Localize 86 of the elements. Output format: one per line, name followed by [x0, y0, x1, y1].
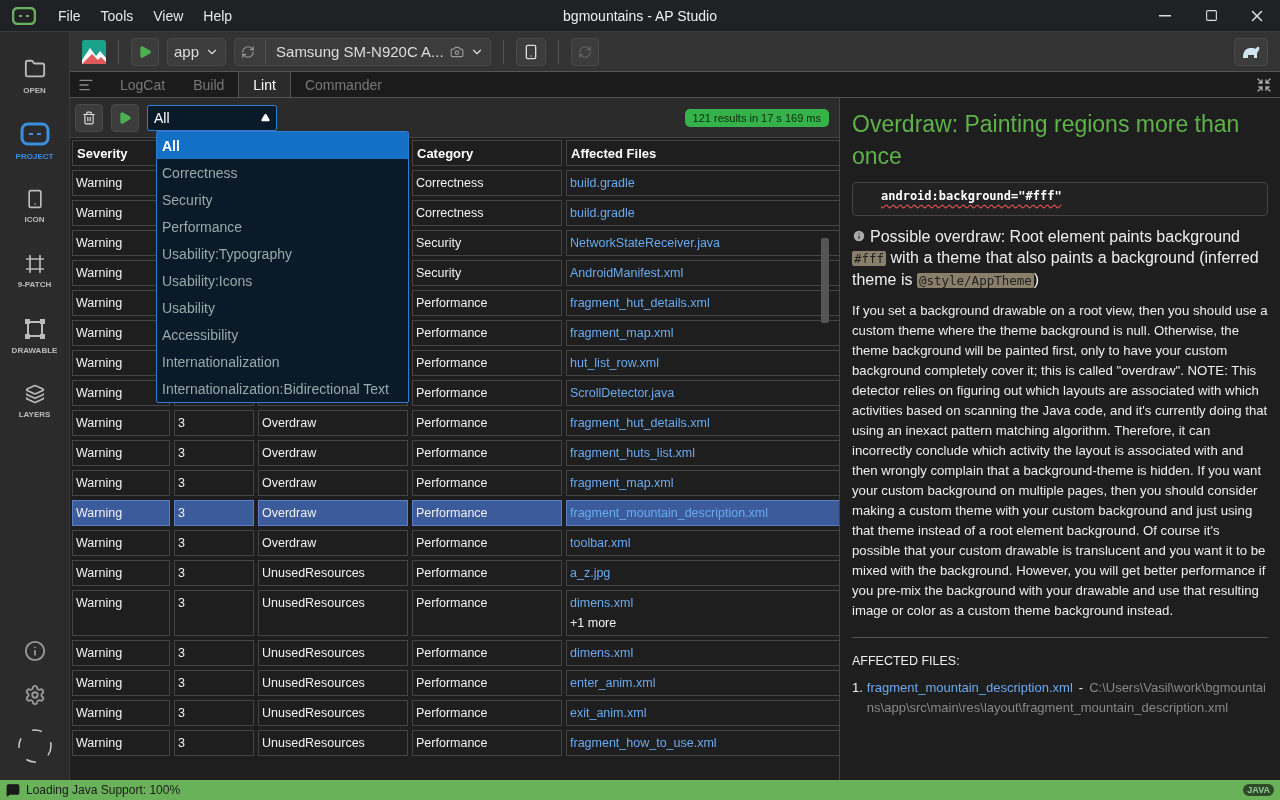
window-title: bgmountains - AP Studio	[563, 7, 717, 24]
sidebar-item[interactable]: PROJECT	[0, 109, 70, 174]
affected-file-text: fragment_mountain_description.xml - C:\Users\Vasil\work\bgmountains\app\src\main\res\layout\fragment_mountain_description.xml	[866, 679, 1267, 717]
table-cell[interactable]: UnusedResources	[258, 730, 408, 756]
table-cell[interactable]: Performance	[412, 410, 562, 436]
tab[interactable]: Build	[179, 72, 239, 97]
table-cell[interactable]: Warning	[72, 470, 170, 496]
language-badge: JAVA	[1243, 784, 1274, 796]
table-cell[interactable]: Overdraw	[258, 500, 408, 526]
table-cell[interactable]: 3	[174, 470, 254, 496]
table-cell[interactable]: Performance	[412, 670, 562, 696]
sidebar-item[interactable]: 9-PATCH	[0, 239, 70, 304]
table-cell[interactable]: 3	[174, 560, 254, 586]
table-cell[interactable]: Performance	[412, 730, 562, 756]
table-cell[interactable]: Warning	[72, 410, 170, 436]
table-cell[interactable]: 3	[174, 640, 254, 666]
table-cell[interactable]: Performance	[412, 470, 562, 496]
table-cell[interactable]: 3	[174, 670, 254, 696]
code-snippet: android:background="#fff"	[852, 182, 1268, 216]
list-number: 1.	[852, 679, 863, 697]
table-cell[interactable]: Performance	[412, 290, 562, 316]
table-cell[interactable]: Correctness	[412, 200, 562, 226]
table-cell[interactable]: Performance	[412, 640, 562, 666]
table-cell[interactable]: Overdraw	[258, 410, 408, 436]
column-header[interactable]: Affected Files	[566, 140, 839, 166]
table-cell[interactable]: Performance	[412, 500, 562, 526]
more-label: +1 more	[570, 615, 618, 631]
table-cell[interactable]: Performance	[412, 530, 562, 556]
table-cell[interactable]: Warning	[72, 670, 170, 696]
menu-item[interactable]: Help	[193, 7, 243, 24]
table-cell[interactable]: Warning	[72, 530, 170, 556]
table-cell[interactable]: Warning	[72, 560, 170, 586]
table-cell[interactable]: Warning	[72, 440, 170, 466]
issue-summary: Possible overdraw: Root element paints background #fff with a theme that also paints a background (inferred theme is @style/AppTheme)	[852, 227, 1260, 290]
table-cell[interactable]: Overdraw	[258, 470, 408, 496]
issue-title: Overdraw: Painting regions more than once	[852, 110, 1241, 171]
table-cell[interactable]: Performance	[412, 320, 562, 346]
table-cell[interactable]: 3	[174, 590, 254, 636]
menu-item[interactable]: Tools	[90, 7, 144, 24]
column-header[interactable]: Category	[412, 140, 562, 166]
table-cell[interactable]: Overdraw	[258, 530, 408, 556]
table-cell[interactable]: Correctness	[412, 170, 562, 196]
file-link[interactable]: fragment_mountain_description.xml	[866, 680, 1073, 695]
table-cell[interactable]: 3	[174, 410, 254, 436]
table-cell[interactable]: Performance	[412, 440, 562, 466]
table-cell[interactable]: Security	[412, 230, 562, 256]
table-cell[interactable]: Performance	[412, 350, 562, 376]
table-cell[interactable]: 3	[174, 700, 254, 726]
device-select[interactable]: Samsung SM-N920C A...	[234, 37, 491, 66]
table-cell[interactable]: Warning	[72, 500, 170, 526]
sidebar-item[interactable]: DRAWABLE	[0, 304, 70, 369]
table-cell[interactable]: 3	[174, 730, 254, 756]
menu-item[interactable]: View	[143, 7, 194, 24]
table-cell[interactable]: Warning	[72, 590, 170, 636]
table-cell[interactable]: 3	[174, 530, 254, 556]
table-cell[interactable]: UnusedResources	[258, 640, 408, 666]
table-cell[interactable]: Security	[412, 260, 562, 286]
section-heading: AFFECTED FILES:	[852, 654, 961, 668]
tab[interactable]: Lint	[238, 72, 291, 97]
table-cell[interactable]: Performance	[412, 590, 562, 636]
tab[interactable]: LogCat	[106, 72, 180, 97]
results-badge: 121 results in 17 s 169 ms	[684, 108, 829, 127]
tab[interactable]: Commander	[290, 72, 396, 97]
table-cell[interactable]: Performance	[412, 560, 562, 586]
table-cell[interactable]: 3	[174, 500, 254, 526]
sidebar-item[interactable]: LAYERS	[0, 369, 70, 434]
category-select[interactable]: All	[147, 104, 277, 131]
table-cell[interactable]: Performance	[412, 380, 562, 406]
issue-explanation: If you set a background drawable on a root view, then you should use a custom theme where the theme background is null. Otherwise, the theme background will be painted first, only to have your custom background completely cover it; this is called "overdraw". NOTE: This detector relies on figuring out which layouts are associated with which activities based on scanning the Java code, and it's currently doing that using an inexact pattern matching algorithm. Therefore, it can incorrectly conclude which activity the layout is associated with and then wrongly complain that a background-theme is hidden. If you want your custom background on multiple pages, then you should consider making a custom theme with your custom background and just using that theme instead of a root element background. Of course it's possible that your custom drawable is translucent and you want it to be mixed with the background. However, you will get better performance if you pre-mix the background with your drawable and use that resulting image or color as a custom theme background instead.	[852, 302, 1268, 620]
table-cell[interactable]: Warning	[72, 730, 170, 756]
table-cell[interactable]: 3	[174, 440, 254, 466]
table-cell[interactable]: Performance	[412, 700, 562, 726]
table-cell[interactable]: Overdraw	[258, 440, 408, 466]
sidebar-item[interactable]: ICON	[0, 174, 70, 239]
menu-item[interactable]: File	[48, 7, 91, 24]
table-cell[interactable]: UnusedResources	[258, 670, 408, 696]
table-cell[interactable]: UnusedResources	[258, 560, 408, 586]
module-select[interactable]: app	[167, 37, 227, 66]
sidebar-item[interactable]: OPEN	[0, 44, 70, 109]
table-cell[interactable]: Warning	[72, 640, 170, 666]
table-cell[interactable]: UnusedResources	[258, 700, 408, 726]
table-cell[interactable]: UnusedResources	[258, 590, 408, 636]
dropdown-option[interactable]: All	[157, 132, 408, 159]
status-message: Loading Java Support: 100%	[26, 783, 181, 797]
file-link[interactable]: dimens.xml	[570, 595, 838, 611]
table-cell[interactable]: Warning	[72, 700, 170, 726]
